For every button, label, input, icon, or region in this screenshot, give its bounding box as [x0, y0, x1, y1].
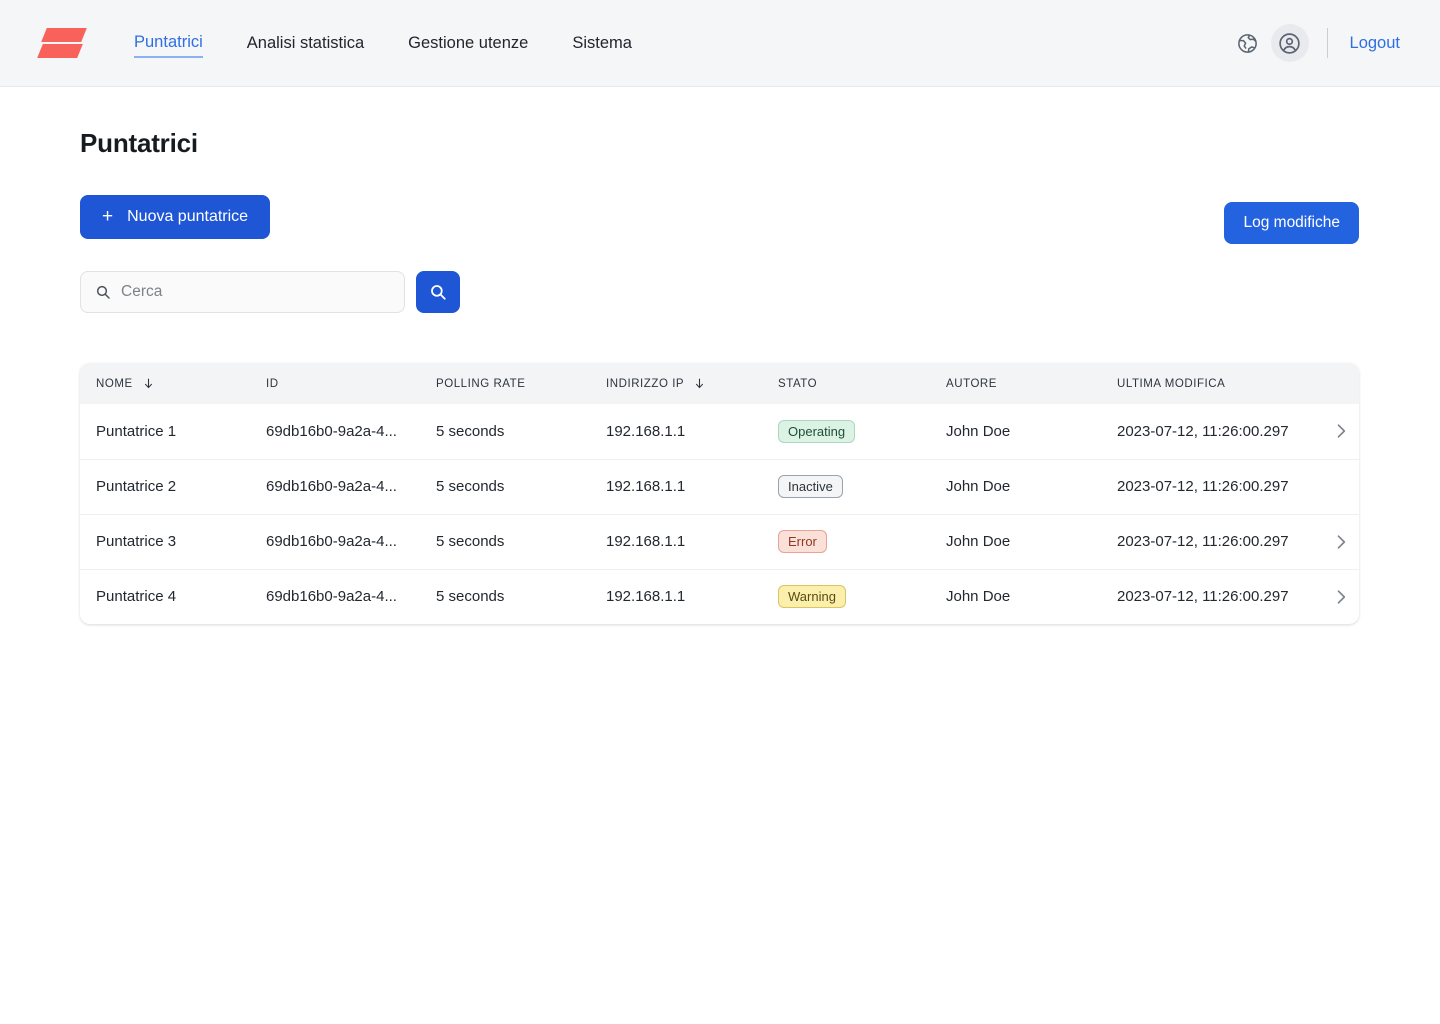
cell-ultima-modifica: 2023-07-12, 11:26:00.297: [1101, 514, 1316, 569]
search-input[interactable]: [121, 283, 390, 301]
cell-polling-rate: 5 seconds: [420, 569, 590, 624]
column-header-nome[interactable]: NOME: [80, 363, 250, 404]
table-row[interactable]: Puntatrice 2 69db16b0-9a2a-4... 5 second…: [80, 459, 1359, 514]
action-row: + Nuova puntatrice Log modifiche: [80, 195, 1359, 244]
cell-polling-rate: 5 seconds: [420, 404, 590, 459]
cell-ultima-modifica: 2023-07-12, 11:26:00.297: [1101, 569, 1316, 624]
top-navigation-bar: Puntatrici Analisi statistica Gestione u…: [0, 0, 1440, 87]
header-divider: [1327, 28, 1328, 58]
top-bar-actions: Logout: [1229, 24, 1400, 62]
column-header-id[interactable]: ID: [250, 363, 420, 404]
search-submit-button[interactable]: [416, 271, 460, 313]
cell-polling-rate: 5 seconds: [420, 514, 590, 569]
nav-item-puntatrici[interactable]: Puntatrici: [134, 29, 203, 58]
sort-descending-icon[interactable]: [693, 377, 706, 390]
cell-ultima-modifica: 2023-07-12, 11:26:00.297: [1101, 404, 1316, 459]
cell-nome: Puntatrice 3: [80, 514, 250, 569]
cell-stato: Error: [762, 514, 930, 569]
nav-item-gestione-utenze[interactable]: Gestione utenze: [408, 30, 528, 56]
cell-indirizzo-ip: 192.168.1.1: [590, 569, 762, 624]
cell-autore: John Doe: [930, 459, 1101, 514]
table-header-row: NOME ID POLLING RATE: [80, 363, 1359, 404]
table-row[interactable]: Puntatrice 1 69db16b0-9a2a-4... 5 second…: [80, 404, 1359, 459]
cell-stato: Operating: [762, 404, 930, 459]
table-row[interactable]: Puntatrice 3 69db16b0-9a2a-4... 5 second…: [80, 514, 1359, 569]
table-row[interactable]: Puntatrice 4 69db16b0-9a2a-4... 5 second…: [80, 569, 1359, 624]
search-icon: [95, 284, 111, 300]
search-icon: [429, 283, 447, 301]
column-label: POLLING RATE: [436, 378, 525, 390]
column-header-actions: [1316, 363, 1359, 404]
cell-id: 69db16b0-9a2a-4...: [250, 569, 420, 624]
column-header-ultima-modifica[interactable]: ULTIMA MODIFICA: [1101, 363, 1316, 404]
column-header-indirizzo-ip[interactable]: INDIRIZZO IP: [590, 363, 762, 404]
cell-id: 69db16b0-9a2a-4...: [250, 514, 420, 569]
search-field[interactable]: [80, 271, 405, 313]
puntatrici-table: NOME ID POLLING RATE: [80, 363, 1359, 624]
new-puntatrice-label: Nuova puntatrice: [127, 208, 248, 226]
status-badge: Inactive: [778, 475, 843, 498]
cell-indirizzo-ip: 192.168.1.1: [590, 514, 762, 569]
chevron-right-icon[interactable]: [1316, 421, 1359, 441]
plus-icon: +: [102, 207, 113, 226]
globe-icon[interactable]: [1229, 24, 1267, 62]
column-header-stato[interactable]: STATO: [762, 363, 930, 404]
sort-descending-icon[interactable]: [142, 377, 155, 390]
cell-actions: [1316, 459, 1359, 514]
search-row: [80, 271, 1400, 313]
cell-polling-rate: 5 seconds: [420, 459, 590, 514]
status-badge: Error: [778, 530, 827, 553]
cell-nome: Puntatrice 1: [80, 404, 250, 459]
cell-actions: [1316, 404, 1359, 459]
cell-nome: Puntatrice 2: [80, 459, 250, 514]
chevron-right-icon[interactable]: [1316, 587, 1359, 607]
account-icon[interactable]: [1271, 24, 1309, 62]
column-label: ID: [266, 378, 279, 390]
cell-indirizzo-ip: 192.168.1.1: [590, 404, 762, 459]
cell-autore: John Doe: [930, 404, 1101, 459]
column-label: STATO: [778, 378, 817, 390]
status-badge: Warning: [778, 585, 846, 608]
table-header: NOME ID POLLING RATE: [80, 363, 1359, 404]
page-title: Puntatrici: [80, 128, 1400, 159]
logo-shape-bottom: [37, 44, 83, 58]
status-badge: Operating: [778, 420, 855, 443]
chevron-right-icon[interactable]: [1316, 532, 1359, 552]
main-content: Puntatrici + Nuova puntatrice Log modifi…: [0, 128, 1440, 624]
cell-id: 69db16b0-9a2a-4...: [250, 459, 420, 514]
cell-autore: John Doe: [930, 514, 1101, 569]
new-puntatrice-button[interactable]: + Nuova puntatrice: [80, 195, 270, 239]
column-header-autore[interactable]: AUTORE: [930, 363, 1101, 404]
cell-nome: Puntatrice 4: [80, 569, 250, 624]
column-label: NOME: [96, 378, 133, 390]
main-nav: Puntatrici Analisi statistica Gestione u…: [134, 29, 676, 58]
column-label: INDIRIZZO IP: [606, 378, 684, 390]
log-modifiche-button[interactable]: Log modifiche: [1224, 202, 1359, 244]
logout-link[interactable]: Logout: [1350, 34, 1400, 53]
cell-autore: John Doe: [930, 569, 1101, 624]
cell-actions: [1316, 514, 1359, 569]
cell-actions: [1316, 569, 1359, 624]
nav-item-analisi-statistica[interactable]: Analisi statistica: [247, 30, 364, 56]
cell-indirizzo-ip: 192.168.1.1: [590, 459, 762, 514]
cell-ultima-modifica: 2023-07-12, 11:26:00.297: [1101, 459, 1316, 514]
column-label: AUTORE: [946, 378, 997, 390]
column-header-polling-rate[interactable]: POLLING RATE: [420, 363, 590, 404]
cell-stato: Inactive: [762, 459, 930, 514]
cell-stato: Warning: [762, 569, 930, 624]
nav-item-sistema[interactable]: Sistema: [572, 30, 632, 56]
lightning-logo[interactable]: [40, 22, 82, 64]
column-label: ULTIMA MODIFICA: [1117, 378, 1225, 390]
logo-shape-top: [41, 28, 87, 42]
cell-id: 69db16b0-9a2a-4...: [250, 404, 420, 459]
table-body: Puntatrice 1 69db16b0-9a2a-4... 5 second…: [80, 404, 1359, 624]
